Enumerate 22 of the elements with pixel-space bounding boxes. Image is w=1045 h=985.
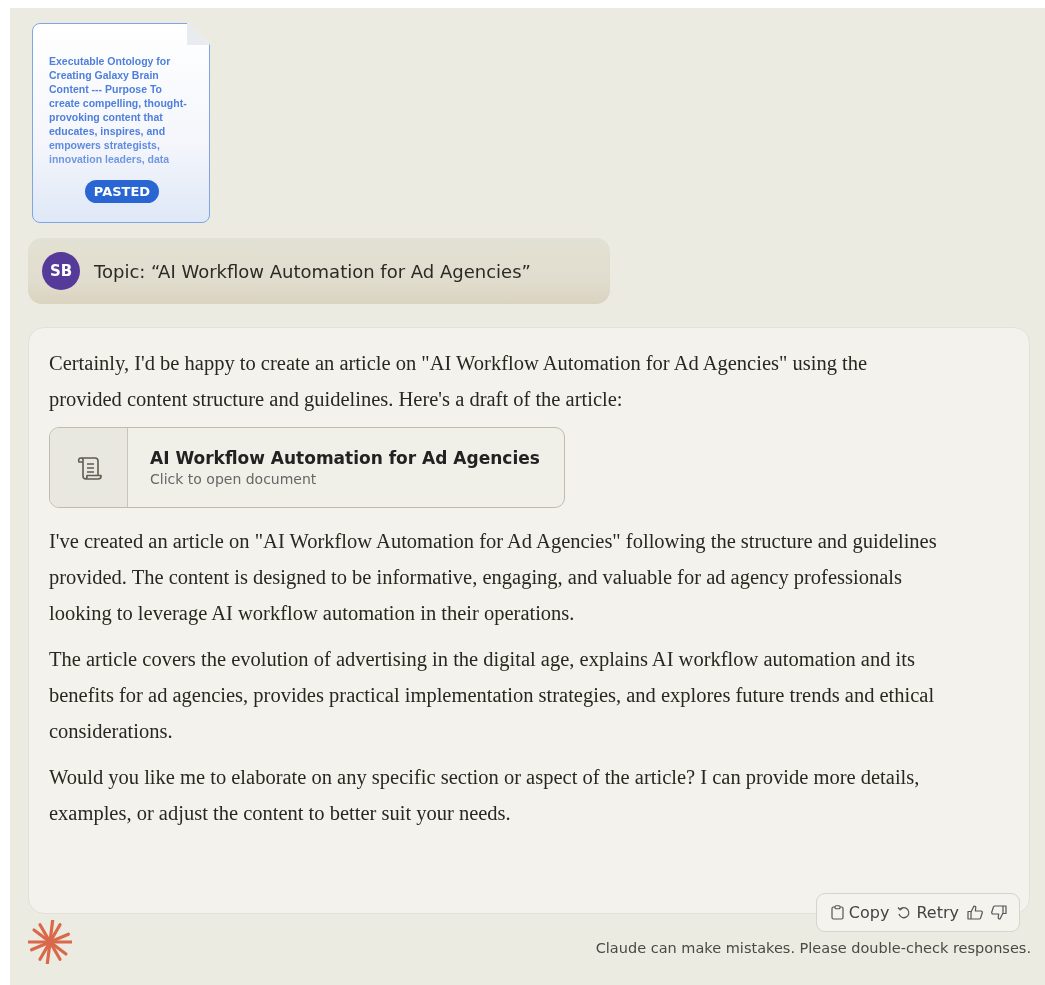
pasted-label: PASTED	[84, 180, 160, 203]
user-message-text: Topic: “AI Workflow Automation for Ad Agencies”	[94, 260, 531, 282]
copy-button[interactable]: Copy	[830, 903, 890, 922]
response-paragraph: The article covers the evolution of advertising in the digital age, explains AI workflow automation and its benefits for ad agencies, provides practical implementation strategies, and explores future trends and ethical considerations.	[49, 647, 936, 744]
document-hint: Click to open document	[150, 471, 318, 487]
retry-icon	[897, 905, 912, 920]
thumbs-down-button[interactable]	[991, 905, 1007, 920]
document-artifact-card[interactable]: AI Workflow Automation for Ad Agencies Click to open document	[49, 427, 565, 508]
document-title: AI Workflow Automation for Ad Agencies	[150, 448, 540, 468]
response-paragraph: Would you like me to elaborate on any specific section or aspect of the article? I can provide more details, examples, or adjust the content to better suit your needs.	[49, 765, 921, 827]
document-preview-text: Executable Ontology for Creating Galaxy Brain Content --- Purpose To create compelling, thought-provoking content that educates, inspires, and empowers strategists, innovation leaders, data	[49, 54, 188, 166]
pasted-document-card[interactable]: Executable Ontology for Creating Galaxy Brain Content --- Purpose To create compelling, thought-provoking content that educates, inspires, and empowers strategists, innovation leaders, data PASTED	[32, 23, 210, 223]
thumbs-up-icon	[967, 905, 983, 920]
thumbs-down-icon	[991, 905, 1007, 920]
thumbs-up-button[interactable]	[967, 905, 983, 920]
response-paragraph: Certainly, I'd be happy to create an article on "AI Workflow Automation for Ad Agencies" using the provided content structure and guidelines. Here's a draft of the article:	[49, 351, 869, 413]
disclaimer-text: Claude can make mistakes. Please double-check responses.	[595, 940, 1031, 956]
starburst-logo-icon	[28, 920, 72, 964]
retry-button[interactable]: Retry	[897, 903, 959, 922]
response-paragraph: I've created an article on "AI Workflow Automation for Ad Agencies" following the structure and guidelines provided. The content is designed to be informative, engaging, and valuable for ad agency professionals looking to leverage AI workflow automation in their operations.	[49, 529, 938, 627]
user-avatar: SB	[42, 252, 80, 290]
clipboard-icon	[830, 905, 844, 920]
